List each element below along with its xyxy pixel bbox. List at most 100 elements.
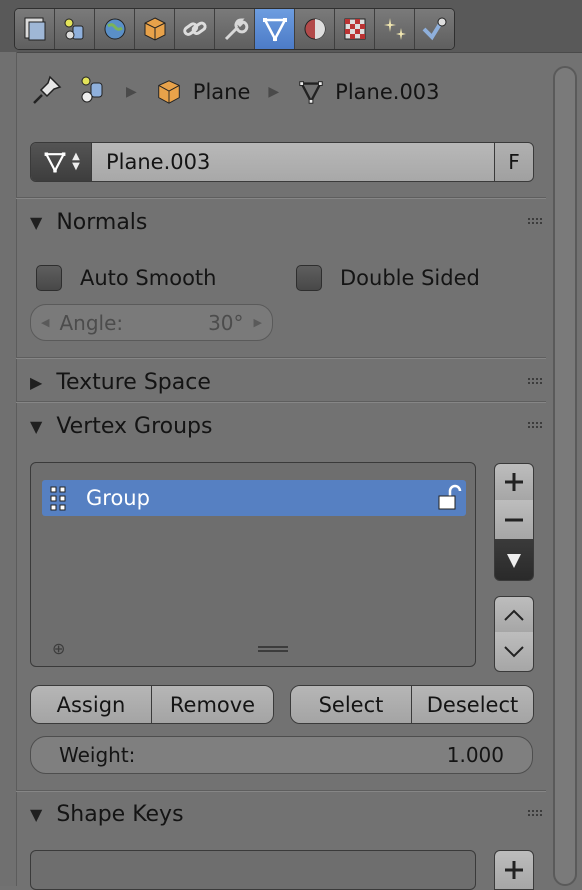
constraints-icon bbox=[182, 21, 207, 36]
chevron-up-icon bbox=[504, 609, 524, 621]
drag-grip-icon[interactable] bbox=[528, 378, 544, 386]
render-layers-icon bbox=[24, 17, 45, 41]
filter-options-icon[interactable]: ⊕ bbox=[52, 639, 65, 658]
plus-icon bbox=[505, 473, 523, 491]
list-resize-grip[interactable] bbox=[258, 646, 288, 652]
shape-keys-panel-header[interactable]: ▼ Shape Keys bbox=[30, 797, 184, 831]
tab-material[interactable] bbox=[295, 9, 335, 49]
weight-value: 1.000 bbox=[446, 743, 504, 767]
normals-title: Normals bbox=[56, 209, 148, 235]
breadcrumb: ▶ Plane ▶ Plane.003 bbox=[30, 70, 440, 114]
tab-physics[interactable] bbox=[415, 9, 454, 49]
physics-icon bbox=[422, 17, 446, 41]
add-shape-key-button[interactable] bbox=[494, 850, 534, 890]
checkbox-box[interactable] bbox=[296, 265, 322, 291]
mesh-data-icon bbox=[299, 81, 323, 104]
texture-space-title: Texture Space bbox=[56, 369, 211, 395]
remove-vertex-group-button[interactable] bbox=[494, 500, 534, 540]
mesh-datablock-selector: ▲ ▼ Plane.003 F bbox=[30, 142, 534, 182]
expanded-triangle-icon: ▼ bbox=[30, 416, 43, 436]
assign-button[interactable]: Assign bbox=[31, 686, 151, 723]
scene-icon bbox=[78, 73, 108, 112]
texture-icon bbox=[344, 18, 365, 40]
breadcrumb-arrow-icon: ▶ bbox=[126, 84, 137, 100]
tab-scene[interactable] bbox=[55, 9, 95, 49]
shape-key-list bbox=[30, 850, 476, 890]
divider bbox=[16, 197, 546, 199]
unlock-icon[interactable] bbox=[436, 484, 462, 512]
expanded-triangle-icon: ▼ bbox=[30, 804, 43, 824]
double-sided-label: Double Sided bbox=[340, 266, 480, 290]
pin-icon[interactable] bbox=[30, 73, 64, 112]
panel-scrollbar[interactable] bbox=[553, 66, 577, 886]
drag-grip-icon[interactable] bbox=[528, 810, 544, 818]
material-icon bbox=[304, 18, 325, 40]
tab-constraints[interactable] bbox=[175, 9, 215, 49]
angle-value: 30° bbox=[208, 310, 244, 335]
mesh-browse-button[interactable]: ▲ ▼ bbox=[31, 143, 91, 181]
normals-panel-header[interactable]: ▼ Normals bbox=[30, 205, 147, 239]
wrench-icon bbox=[224, 18, 248, 41]
double-sided-checkbox[interactable]: Double Sided bbox=[296, 265, 480, 291]
particles-icon bbox=[383, 18, 406, 40]
tab-mesh-data[interactable] bbox=[255, 9, 295, 49]
minus-icon bbox=[505, 518, 523, 521]
auto-smooth-label: Auto Smooth bbox=[80, 266, 217, 290]
vertex-group-specials-button[interactable] bbox=[494, 540, 534, 581]
object-icon bbox=[144, 17, 165, 41]
weight-field[interactable]: Weight: 1.000 bbox=[30, 736, 533, 774]
panel-edge bbox=[0, 52, 17, 886]
vertex-group-icon bbox=[50, 486, 66, 511]
mesh-name-field[interactable]: Plane.003 bbox=[91, 143, 494, 181]
divider bbox=[16, 357, 546, 359]
move-down-button[interactable] bbox=[494, 632, 534, 672]
drag-grip-icon[interactable] bbox=[528, 422, 544, 430]
auto-smooth-checkbox[interactable]: Auto Smooth bbox=[36, 265, 216, 291]
mesh-data-icon bbox=[44, 152, 66, 173]
assign-remove-group: Assign Remove bbox=[30, 685, 274, 724]
divider bbox=[16, 790, 546, 792]
shape-keys-title: Shape Keys bbox=[56, 801, 184, 827]
vertex-groups-title: Vertex Groups bbox=[56, 413, 213, 439]
decrement-arrow-icon[interactable]: ◀ bbox=[41, 316, 49, 329]
tab-render-layers[interactable] bbox=[15, 9, 55, 49]
divider bbox=[16, 401, 546, 403]
vertex-group-name: Group bbox=[86, 486, 150, 510]
breadcrumb-object: Plane bbox=[155, 78, 251, 106]
updown-icon: ▲ ▼ bbox=[72, 151, 80, 172]
context-tabs bbox=[14, 8, 455, 50]
weight-label: Weight: bbox=[59, 743, 136, 767]
add-vertex-group-button[interactable] bbox=[494, 463, 534, 501]
object-icon bbox=[158, 80, 180, 104]
remove-button[interactable]: Remove bbox=[151, 686, 273, 723]
checkbox-box[interactable] bbox=[36, 265, 62, 291]
tab-texture[interactable] bbox=[335, 9, 375, 49]
world-icon bbox=[104, 18, 125, 40]
breadcrumb-object-label: Plane bbox=[192, 80, 251, 104]
chevron-down-icon bbox=[504, 645, 524, 657]
select-deselect-group: Select Deselect bbox=[290, 685, 534, 724]
specials-down-icon bbox=[507, 554, 521, 568]
breadcrumb-mesh-label: Plane.003 bbox=[335, 80, 440, 104]
fake-user-button[interactable]: F bbox=[494, 143, 533, 181]
tab-object[interactable] bbox=[135, 9, 175, 49]
increment-arrow-icon[interactable]: ▶ bbox=[254, 316, 262, 329]
collapsed-triangle-icon: ▶ bbox=[30, 372, 43, 392]
angle-field[interactable]: ◀ Angle: 30° ▶ bbox=[30, 304, 273, 341]
tab-world[interactable] bbox=[95, 9, 135, 49]
list-item[interactable]: Group bbox=[42, 480, 466, 516]
deselect-button[interactable]: Deselect bbox=[411, 686, 533, 723]
tab-modifiers[interactable] bbox=[215, 9, 255, 49]
angle-label: Angle: bbox=[59, 310, 124, 335]
select-button[interactable]: Select bbox=[291, 686, 411, 723]
mesh-data-icon bbox=[262, 18, 287, 42]
vertex-groups-panel-header[interactable]: ▼ Vertex Groups bbox=[30, 409, 212, 443]
breadcrumb-mesh: Plane.003 bbox=[297, 78, 440, 106]
drag-grip-icon[interactable] bbox=[528, 218, 544, 226]
scene-icon bbox=[64, 18, 83, 40]
tab-particles[interactable] bbox=[375, 9, 415, 49]
move-up-button[interactable] bbox=[494, 596, 534, 633]
breadcrumb-arrow-icon: ▶ bbox=[268, 84, 280, 100]
expanded-triangle-icon: ▼ bbox=[30, 212, 43, 232]
texture-space-panel-header[interactable]: ▶ Texture Space bbox=[30, 365, 211, 399]
